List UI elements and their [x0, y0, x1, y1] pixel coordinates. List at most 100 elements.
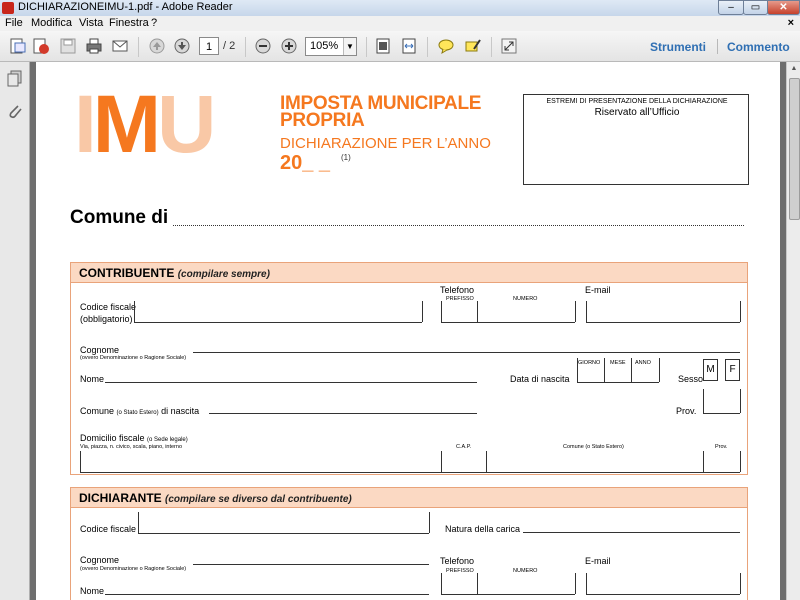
- highlight-icon[interactable]: [463, 37, 483, 55]
- fit-page-icon[interactable]: [373, 37, 393, 55]
- dichiarante-codice-fiscale-field[interactable]: [138, 533, 429, 534]
- zoom-value: 105%: [310, 40, 339, 52]
- domicilio-field[interactable]: [80, 472, 740, 473]
- maximize-button[interactable]: ▭: [743, 0, 768, 15]
- create-pdf-icon[interactable]: [8, 37, 28, 55]
- dichiarante-cognome-label: Cognome: [80, 555, 120, 565]
- dichiarante-email-field[interactable]: [586, 594, 740, 595]
- codice-fiscale-field[interactable]: [134, 322, 422, 323]
- comment-pane-link[interactable]: Commento: [727, 40, 790, 54]
- menu-help[interactable]: ?: [151, 17, 157, 29]
- comment-icon[interactable]: [436, 37, 456, 55]
- next-page-icon[interactable]: [172, 37, 192, 55]
- domicilio-label: Domicilio fiscale (o Sede legale): [80, 433, 188, 443]
- email-field[interactable]: [586, 322, 740, 323]
- comune-field: [173, 225, 744, 226]
- menu-vista[interactable]: Vista: [79, 17, 103, 29]
- numero-label: NUMERO: [513, 296, 538, 302]
- mese-label: MESE: [610, 360, 626, 366]
- toolbar-separator: [138, 37, 139, 57]
- navigation-pane: [0, 62, 30, 600]
- toolbar-separator: [366, 37, 367, 57]
- zoom-in-icon[interactable]: [279, 37, 299, 55]
- dichiarante-section: DICHIARANTE (compilare se diverso dal co…: [70, 487, 748, 600]
- natura-carica-label: Natura della carica: [445, 524, 521, 534]
- comune-label: Comune di: [70, 207, 169, 228]
- year-footnote: (1): [341, 153, 351, 162]
- toolbar-separator: [427, 37, 428, 57]
- title-bar: DICHIARAZIONEIMU-1.pdf - Adobe Reader – …: [0, 0, 800, 16]
- data-nascita-field[interactable]: [577, 382, 659, 383]
- cognome-label: Cognome: [80, 345, 120, 355]
- document-subtitle: DICHIARAZIONE PER L’ANNO: [280, 135, 491, 152]
- imu-logo: IMU: [74, 79, 216, 170]
- contribuente-header: CONTRIBUENTE (compilare sempre): [71, 263, 747, 283]
- comune-nascita-label: Comune (o Stato Estero) di nascita: [80, 406, 200, 416]
- adobe-reader-icon: [2, 2, 14, 14]
- minimize-button[interactable]: –: [718, 0, 744, 15]
- page-thumbnails-icon[interactable]: [6, 70, 24, 88]
- menu-finestra[interactable]: Finestra: [109, 17, 149, 29]
- nome-label: Nome: [80, 374, 105, 384]
- zoom-select[interactable]: 105% ▼: [305, 37, 357, 56]
- year-field: 20_ _: [280, 152, 331, 174]
- cognome-field[interactable]: [193, 352, 740, 353]
- dichiarante-email-label: E-mail: [585, 556, 611, 566]
- comune-nascita-field[interactable]: [209, 413, 477, 414]
- dichiarante-telefono-field[interactable]: [441, 594, 575, 595]
- contribuente-section: CONTRIBUENTE (compilare sempre) Codice f…: [70, 262, 748, 475]
- telefono-label: Telefono: [440, 285, 475, 295]
- chevron-down-icon[interactable]: ▼: [343, 38, 356, 55]
- attachments-icon[interactable]: [6, 102, 24, 120]
- save-icon[interactable]: [58, 37, 78, 55]
- dichiarante-numero-label: NUMERO: [513, 568, 538, 574]
- scrollbar-thumb[interactable]: [789, 78, 800, 220]
- page-total: / 2: [223, 40, 236, 52]
- menu-modifica[interactable]: Modifica: [31, 17, 72, 29]
- dichiarante-cognome-note: (ovvero Denominazione o Ragione Sociale): [80, 566, 187, 572]
- menu-file[interactable]: File: [5, 17, 23, 29]
- toolbar-separator: [245, 37, 246, 57]
- codice-fiscale-label: Codice fiscale: [80, 302, 137, 312]
- document-title: IMPOSTA MUNICIPALE PROPRIA: [280, 93, 482, 131]
- prefisso-label: PREFISSO: [446, 296, 474, 302]
- close-button[interactable]: ✕: [767, 0, 800, 15]
- dichiarante-cognome-field[interactable]: [193, 564, 429, 565]
- vertical-scrollbar[interactable]: ▲: [786, 62, 800, 600]
- scroll-up-icon[interactable]: ▲: [788, 63, 800, 75]
- pdf-page: IMU IMPOSTA MUNICIPALE PROPRIA DICHIARAZ…: [36, 62, 780, 600]
- telefono-field[interactable]: [441, 322, 575, 323]
- sesso-m-checkbox[interactable]: M: [703, 359, 718, 381]
- email-label: E-mail: [585, 285, 611, 295]
- dichiarante-nome-label: Nome: [80, 586, 105, 596]
- comune-estero-label: Comune (o Stato Estero): [563, 444, 624, 450]
- natura-carica-field[interactable]: [523, 532, 740, 533]
- dichiarante-telefono-label: Telefono: [440, 556, 475, 566]
- edit-pdf-icon[interactable]: [31, 37, 51, 55]
- email-icon[interactable]: [110, 37, 130, 55]
- prov-nascita-label: Prov.: [676, 406, 697, 416]
- page-number-input[interactable]: 1: [199, 37, 219, 55]
- toolbar-separator: [717, 39, 718, 54]
- dichiarante-nome-field[interactable]: [105, 594, 429, 595]
- print-icon[interactable]: [84, 37, 104, 55]
- sesso-f-checkbox[interactable]: F: [725, 359, 740, 381]
- tools-pane-link[interactable]: Strumenti: [650, 40, 706, 54]
- toolbar-separator: [491, 37, 492, 57]
- cognome-note: (ovvero Denominazione o Ragione Sociale): [80, 355, 187, 361]
- data-nascita-label: Data di nascita: [510, 374, 570, 384]
- fit-width-icon[interactable]: [399, 37, 419, 55]
- close-document-button[interactable]: ×: [788, 17, 794, 29]
- giorno-label: GIORNO: [578, 360, 601, 366]
- nome-field[interactable]: [105, 382, 477, 383]
- prov-domicilio-label: Prov.: [715, 444, 728, 450]
- dichiarante-codice-fiscale-label: Codice fiscale: [80, 524, 137, 534]
- window-title: DICHIARAZIONEIMU-1.pdf - Adobe Reader: [18, 1, 233, 13]
- prov-nascita-field[interactable]: [703, 413, 740, 414]
- zoom-out-icon[interactable]: [253, 37, 273, 55]
- toolbar: 1 / 2 105% ▼ Strumenti Commento: [0, 31, 800, 62]
- full-screen-icon[interactable]: [499, 37, 519, 55]
- sesso-label: Sesso: [678, 374, 704, 384]
- dichiarante-prefisso-label: PREFISSO: [446, 568, 474, 574]
- previous-page-icon[interactable]: [147, 37, 167, 55]
